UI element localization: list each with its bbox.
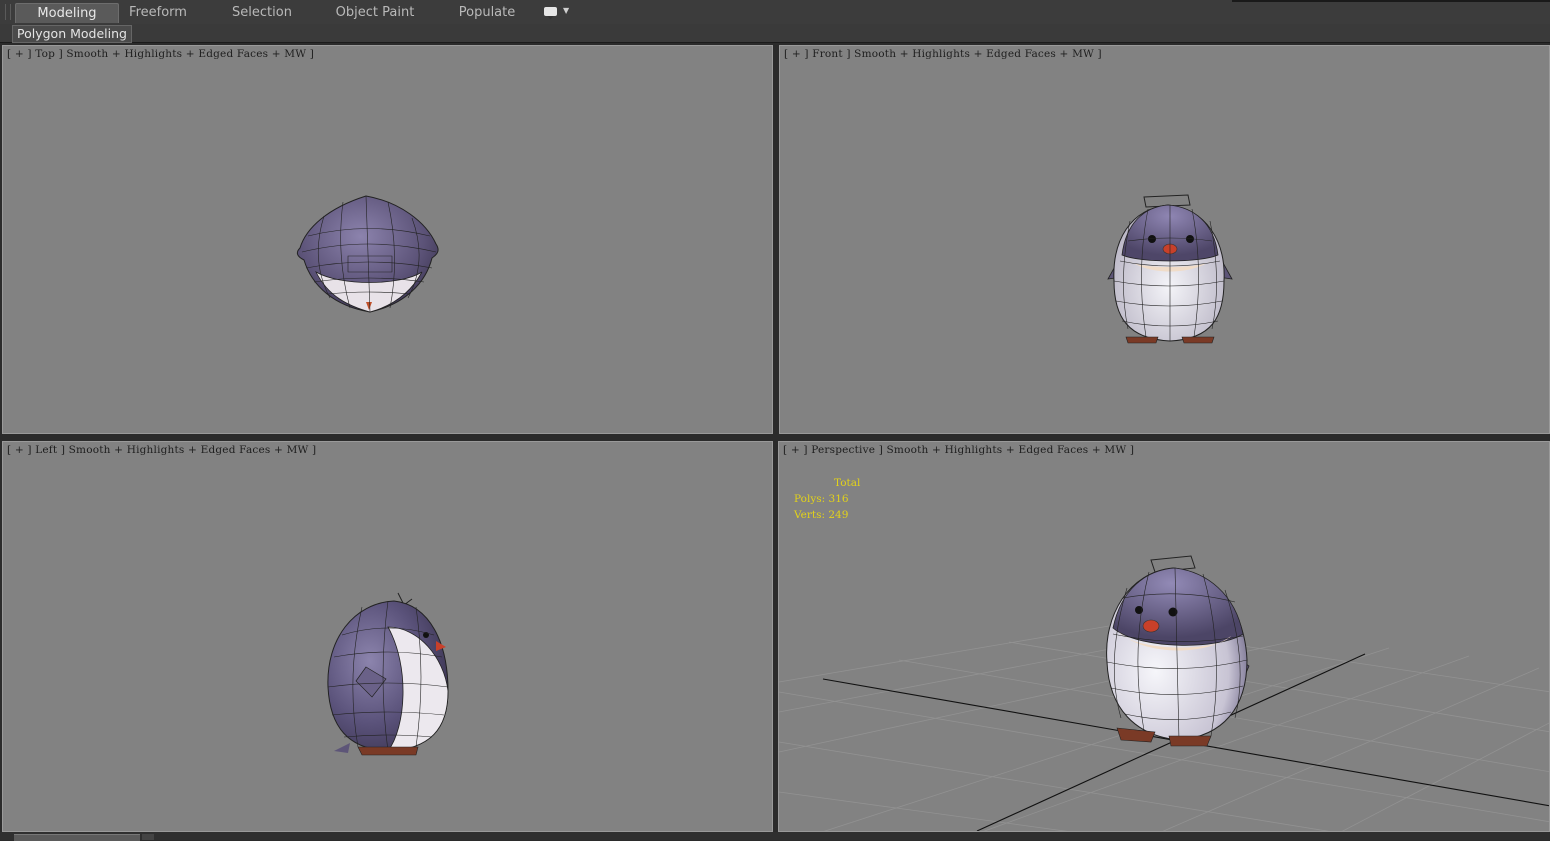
- tab-freeform[interactable]: Freeform: [122, 3, 194, 22]
- penguin-model-top[interactable]: [288, 186, 448, 326]
- tab-modeling[interactable]: Modeling: [15, 3, 119, 23]
- viewport-front[interactable]: [ + ] Front ] Smooth + Highlights + Edge…: [779, 45, 1550, 434]
- tab-selection[interactable]: Selection: [226, 3, 298, 22]
- stats-polys: Polys: 316: [794, 493, 849, 505]
- chevron-down-icon[interactable]: ▼: [563, 6, 569, 15]
- viewport-left[interactable]: [ + ] Left ] Smooth + Highlights + Edged…: [2, 441, 773, 832]
- time-slider-track: [0, 832, 1550, 840]
- penguin-model-perspective[interactable]: [1099, 552, 1259, 757]
- scene-statistics: Total Polys: 316 Verts: 249: [794, 475, 860, 523]
- penguin-model-left[interactable]: [318, 587, 458, 762]
- polygon-modeling-panel-button[interactable]: Polygon Modeling: [12, 25, 132, 43]
- time-slider-next-button[interactable]: [142, 834, 154, 840]
- viewport-label-left[interactable]: [ + ] Left ] Smooth + Highlights + Edged…: [7, 444, 316, 456]
- penguin-model-front[interactable]: [1100, 191, 1240, 351]
- toolbar-grip[interactable]: [5, 4, 11, 20]
- viewport-label-front[interactable]: [ + ] Front ] Smooth + Highlights + Edge…: [784, 48, 1102, 60]
- stats-verts: Verts: 249: [794, 509, 849, 521]
- tab-populate[interactable]: Populate: [454, 3, 520, 22]
- ribbon-panel: Polygon Modeling: [0, 24, 1550, 43]
- tab-object-paint[interactable]: Object Paint: [334, 3, 416, 22]
- viewport-perspective[interactable]: [ + ] Perspective ] Smooth + Highlights …: [778, 441, 1550, 832]
- viewport-label-perspective[interactable]: [ + ] Perspective ] Smooth + Highlights …: [783, 444, 1134, 456]
- viewport-label-top[interactable]: [ + ] Top ] Smooth + Highlights + Edged …: [7, 48, 314, 60]
- ribbon-tab-bar: Modeling Freeform Selection Object Paint…: [0, 0, 1550, 25]
- ribbon-options-icon[interactable]: [544, 7, 557, 20]
- stats-total-label: Total: [834, 477, 861, 489]
- divider: [1232, 0, 1550, 2]
- viewport-top[interactable]: [ + ] Top ] Smooth + Highlights + Edged …: [2, 45, 773, 434]
